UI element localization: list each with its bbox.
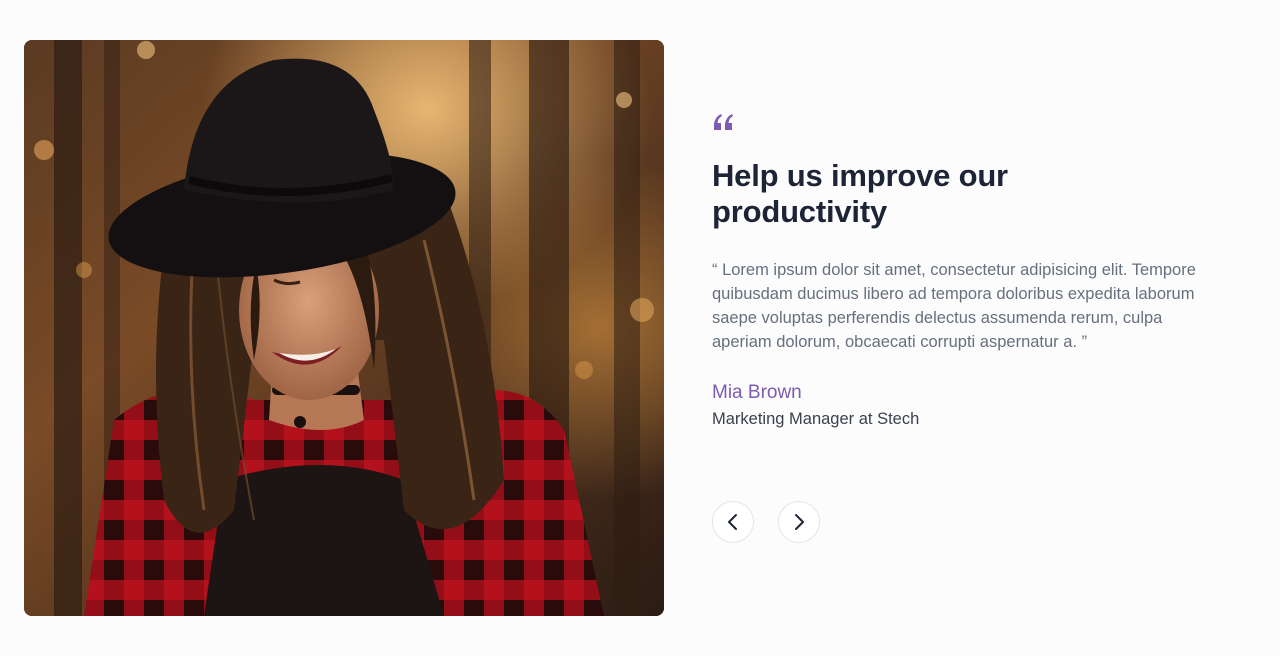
author-role: Marketing Manager at Stech — [712, 410, 920, 428]
quote-icon — [714, 114, 733, 130]
previous-button[interactable] — [712, 501, 754, 543]
testimonial-headline: Help us improve our productivity — [712, 158, 1008, 229]
next-button[interactable] — [778, 501, 820, 543]
testimonial-navigation — [712, 501, 820, 543]
testimonial-photo — [24, 40, 664, 616]
testimonial-section: Help us improve our productivity “ Lorem… — [0, 0, 1280, 656]
author-name: Mia Brown — [712, 382, 802, 403]
testimonial-quote: “ Lorem ipsum dolor sit amet, consectetu… — [712, 261, 1196, 351]
testimonial-content: Help us improve our productivity “ Lorem… — [712, 112, 1232, 431]
chevron-left-icon — [728, 514, 737, 530]
chevron-right-icon — [795, 514, 804, 530]
